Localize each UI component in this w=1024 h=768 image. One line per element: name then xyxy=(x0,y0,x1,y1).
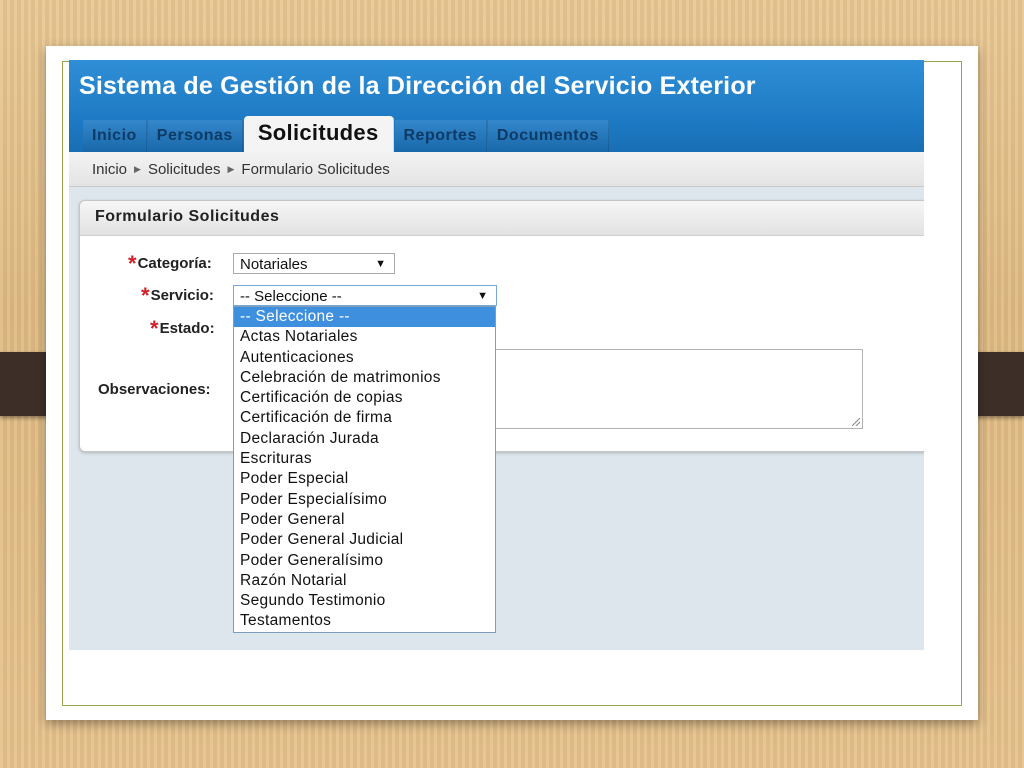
breadcrumb: Inicio ▶ Solicitudes ▶ Formulario Solici… xyxy=(69,152,924,187)
tab-documentos[interactable]: Documentos xyxy=(487,120,609,152)
servicio-option[interactable]: Escrituras xyxy=(234,449,495,469)
servicio-dropdown-list: -- Seleccione -- Actas Notariales Autent… xyxy=(233,306,496,633)
servicio-option[interactable]: Testamentos xyxy=(234,611,495,631)
servicio-option[interactable]: Poder General Judicial xyxy=(234,530,495,550)
tab-solicitudes[interactable]: Solicitudes xyxy=(243,116,394,152)
required-marker: * xyxy=(128,251,137,276)
servicio-option[interactable]: Celebración de matrimonios xyxy=(234,368,495,388)
breadcrumb-current: Formulario Solicitudes xyxy=(241,160,390,178)
form-panel-header: Formulario Solicitudes xyxy=(80,201,924,236)
servicio-option[interactable]: Poder Generalísimo xyxy=(234,551,495,571)
breadcrumb-inicio[interactable]: Inicio xyxy=(92,161,127,178)
servicio-label: *Servicio: xyxy=(141,283,214,308)
servicio-option[interactable]: Poder General xyxy=(234,510,495,530)
app-title: Sistema de Gestión de la Dirección del S… xyxy=(79,72,756,100)
required-marker: * xyxy=(150,316,159,341)
tab-inicio[interactable]: Inicio xyxy=(83,120,147,152)
servicio-option[interactable]: Autenticaciones xyxy=(234,348,495,368)
servicio-select[interactable]: -- Seleccione -- ▼ xyxy=(233,285,497,306)
servicio-option[interactable]: Actas Notariales xyxy=(234,327,495,347)
categoria-label: *Categoría: xyxy=(128,251,212,276)
servicio-option[interactable]: Segundo Testimonio xyxy=(234,591,495,611)
categoria-select-value: Notariales xyxy=(240,256,308,273)
resize-handle-icon[interactable] xyxy=(852,418,860,426)
servicio-option[interactable]: Poder Especial xyxy=(234,469,495,489)
caret-right-icon: ▶ xyxy=(227,163,235,174)
observaciones-label: Observaciones: xyxy=(98,381,211,398)
servicio-option[interactable]: Razón Notarial xyxy=(234,571,495,591)
form-title: Formulario Solicitudes xyxy=(95,208,280,225)
required-marker: * xyxy=(141,283,150,308)
caret-right-icon: ▶ xyxy=(134,163,141,174)
servicio-select-value: -- Seleccione -- xyxy=(240,288,342,305)
breadcrumb-solicitudes[interactable]: Solicitudes xyxy=(148,161,221,178)
servicio-option[interactable]: Poder Especialísimo xyxy=(234,490,495,510)
servicio-option[interactable]: Certificación de copias xyxy=(234,388,495,408)
app-header: Sistema de Gestión de la Dirección del S… xyxy=(69,60,924,152)
observaciones-textarea[interactable] xyxy=(495,349,863,429)
main-tabs: Inicio Personas Solicitudes Reportes Doc… xyxy=(83,116,610,152)
tab-personas[interactable]: Personas xyxy=(147,120,243,152)
categoria-select[interactable]: Notariales ▼ xyxy=(233,253,395,274)
estado-label: *Estado: xyxy=(150,316,215,341)
caret-down-icon: ▼ xyxy=(477,290,488,302)
servicio-option[interactable]: Certificación de firma xyxy=(234,408,495,428)
caret-down-icon: ▼ xyxy=(375,258,386,270)
tab-reportes[interactable]: Reportes xyxy=(394,120,487,152)
servicio-option[interactable]: -- Seleccione -- xyxy=(234,307,495,328)
servicio-option[interactable]: Declaración Jurada xyxy=(234,429,495,449)
